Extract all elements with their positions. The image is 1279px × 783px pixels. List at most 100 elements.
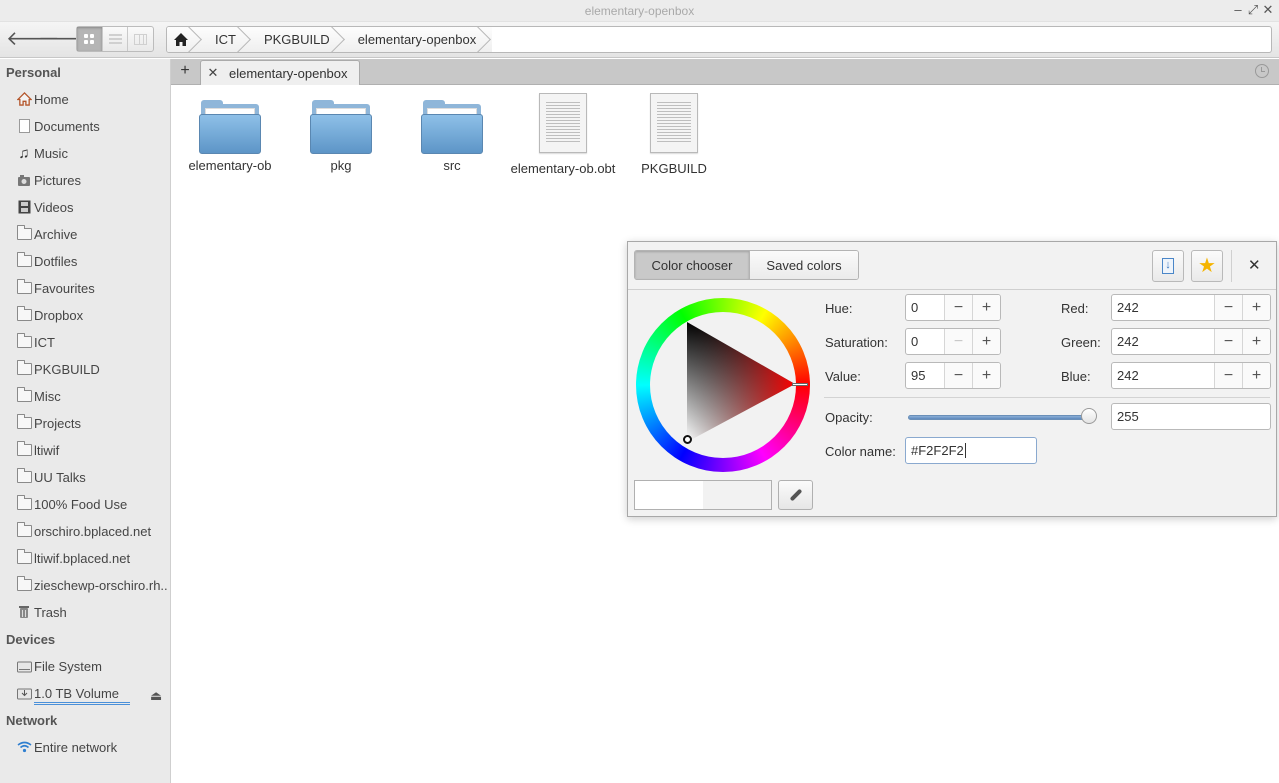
breadcrumb-pkgbuild[interactable]: PKGBUILD bbox=[251, 27, 346, 52]
sidebar-item-label: UU Talks bbox=[34, 469, 86, 485]
column-view-button[interactable] bbox=[128, 27, 153, 51]
folder-icon bbox=[16, 576, 32, 593]
close-dialog-icon[interactable]: ✕ bbox=[1248, 256, 1261, 274]
folder-icon bbox=[16, 333, 32, 350]
close-window-icon[interactable]: ✕ bbox=[1261, 2, 1275, 18]
file-item-pkgbuild[interactable]: PKGBUILD bbox=[619, 93, 729, 176]
close-tab-icon[interactable]: ✕ bbox=[201, 65, 225, 81]
tab-color-chooser[interactable]: Color chooser bbox=[635, 251, 750, 279]
opacity-input[interactable]: 255 bbox=[1111, 403, 1271, 430]
sidebar-item-pkgbuild[interactable]: PKGBUILD bbox=[16, 359, 168, 379]
sidebar-item-archive[interactable]: Archive bbox=[16, 224, 168, 244]
maximize-icon[interactable]: ⤢ bbox=[1246, 2, 1260, 18]
file-item-elementary-ob-obt[interactable]: elementary-ob.obt bbox=[508, 93, 618, 176]
opacity-label: Opacity: bbox=[825, 410, 873, 425]
blue-increment-button[interactable]: + bbox=[1242, 363, 1270, 388]
sidebar-item-volume[interactable]: 1.0 TB Volume bbox=[16, 683, 146, 703]
file-item-elementary-ob[interactable]: elementary-ob bbox=[175, 100, 285, 173]
saturation-value-triangle[interactable] bbox=[687, 322, 797, 442]
eject-icon[interactable]: ⏏ bbox=[150, 688, 162, 704]
blue-value[interactable]: 242 bbox=[1112, 363, 1214, 388]
green-spinner[interactable]: 242 − + bbox=[1111, 328, 1271, 355]
color-picker-button[interactable] bbox=[778, 480, 813, 510]
saturation-decrement-button[interactable]: − bbox=[944, 329, 972, 354]
folder-icon bbox=[16, 279, 32, 296]
list-view-button[interactable] bbox=[103, 27, 129, 51]
saturation-spinner[interactable]: 0 − + bbox=[905, 328, 1001, 355]
save-color-button[interactable]: ↓ bbox=[1152, 250, 1184, 282]
red-value[interactable]: 242 bbox=[1112, 295, 1214, 320]
hue-marker[interactable] bbox=[792, 383, 808, 386]
file-item-src[interactable]: src bbox=[397, 100, 507, 173]
hue-spinner[interactable]: 0 − + bbox=[905, 294, 1001, 321]
columns-icon bbox=[134, 33, 148, 45]
trash-icon bbox=[16, 604, 32, 620]
value-increment-button[interactable]: + bbox=[972, 363, 1000, 388]
saturation-value[interactable]: 0 bbox=[906, 329, 944, 354]
color-name-input[interactable]: #F2F2F2 bbox=[905, 437, 1037, 464]
sidebar-item-label: Dotfiles bbox=[34, 253, 78, 269]
opacity-slider[interactable] bbox=[908, 415, 1094, 420]
sidebar-item-ltiwif-bplaced[interactable]: ltiwif.bplaced.net bbox=[16, 548, 168, 568]
sidebar-item-projects[interactable]: Projects bbox=[16, 413, 168, 433]
sidebar-item-trash[interactable]: Trash bbox=[16, 602, 168, 622]
sidebar-item-home[interactable]: Home bbox=[16, 89, 168, 109]
sidebar-item-documents[interactable]: Documents bbox=[16, 116, 168, 136]
sidebar-item-orschiro-bplaced[interactable]: orschiro.bplaced.net bbox=[16, 521, 168, 541]
sidebar-item-videos[interactable]: Videos bbox=[16, 197, 168, 217]
minimize-icon[interactable]: ‒ bbox=[1231, 2, 1245, 17]
sidebar-item-label: PKGBUILD bbox=[34, 361, 100, 377]
sidebar-item-food-use[interactable]: 100% Food Use bbox=[16, 494, 168, 514]
red-spinner[interactable]: 242 − + bbox=[1111, 294, 1271, 321]
hue-value[interactable]: 0 bbox=[906, 295, 944, 320]
folder-icon bbox=[16, 414, 32, 431]
sidebar-item-ict[interactable]: ICT bbox=[16, 332, 168, 352]
hue-decrement-button[interactable]: − bbox=[944, 295, 972, 320]
breadcrumb-elementary-openbox[interactable]: elementary-openbox bbox=[345, 27, 493, 52]
breadcrumb[interactable]: ICT PKGBUILD elementary-openbox bbox=[166, 26, 1272, 53]
sidebar-item-pictures[interactable]: Pictures bbox=[16, 170, 168, 190]
sidebar-item-uu-talks[interactable]: UU Talks bbox=[16, 467, 168, 487]
sidebar-item-label: Home bbox=[34, 91, 69, 107]
green-value[interactable]: 242 bbox=[1112, 329, 1214, 354]
back-button[interactable]: 🡐 bbox=[6, 27, 60, 53]
sidebar-item-misc[interactable]: Misc bbox=[16, 386, 168, 406]
blue-decrement-button[interactable]: − bbox=[1214, 363, 1242, 388]
folder-icon bbox=[421, 100, 483, 154]
new-tab-button[interactable]: + bbox=[177, 62, 193, 80]
forward-button[interactable]: 🡒 bbox=[38, 27, 92, 53]
sidebar-item-zieschewp[interactable]: zieschewp-orschiro.rh... bbox=[16, 575, 168, 595]
sidebar-item-label: Entire network bbox=[34, 739, 118, 755]
green-increment-button[interactable]: + bbox=[1242, 329, 1270, 354]
toolbar: 🡐 🡒 ICT PKGBUILD elementary-openbox bbox=[0, 22, 1279, 58]
sidebar-item-ltiwif[interactable]: ltiwif bbox=[16, 440, 168, 460]
sidebar-item-dropbox[interactable]: Dropbox bbox=[16, 305, 168, 325]
breadcrumb-ict[interactable]: ICT bbox=[203, 27, 252, 52]
green-decrement-button[interactable]: − bbox=[1214, 329, 1242, 354]
opacity-slider-handle[interactable] bbox=[1081, 408, 1097, 424]
icon-view-button[interactable] bbox=[77, 27, 103, 51]
value-spinner[interactable]: 95 − + bbox=[905, 362, 1001, 389]
tab-saved-colors[interactable]: Saved colors bbox=[750, 251, 858, 279]
blue-spinner[interactable]: 242 − + bbox=[1111, 362, 1271, 389]
file-item-pkg[interactable]: pkg bbox=[286, 100, 396, 173]
value-value[interactable]: 95 bbox=[906, 363, 944, 388]
red-increment-button[interactable]: + bbox=[1242, 295, 1270, 320]
color-marker[interactable] bbox=[683, 435, 692, 444]
tab-elementary-openbox[interactable]: ✕ elementary-openbox bbox=[200, 60, 360, 85]
value-decrement-button[interactable]: − bbox=[944, 363, 972, 388]
view-switcher bbox=[76, 26, 154, 52]
hue-increment-button[interactable]: + bbox=[972, 295, 1000, 320]
favorite-button[interactable]: ★ bbox=[1191, 250, 1223, 282]
breadcrumb-home[interactable] bbox=[167, 27, 203, 52]
sidebar-item-favourites[interactable]: Favourites bbox=[16, 278, 168, 298]
sidebar-item-dotfiles[interactable]: Dotfiles bbox=[16, 251, 168, 271]
red-decrement-button[interactable]: − bbox=[1214, 295, 1242, 320]
sidebar-item-music[interactable]: ♫ Music bbox=[16, 143, 168, 163]
history-icon[interactable] bbox=[1255, 64, 1269, 78]
sidebar-item-entire-network[interactable]: Entire network bbox=[16, 737, 168, 757]
saturation-increment-button[interactable]: + bbox=[972, 329, 1000, 354]
sidebar-item-file-system[interactable]: File System bbox=[16, 656, 168, 676]
sidebar-item-label: ltiwif.bplaced.net bbox=[34, 550, 131, 566]
value-label: Value: bbox=[825, 369, 861, 384]
